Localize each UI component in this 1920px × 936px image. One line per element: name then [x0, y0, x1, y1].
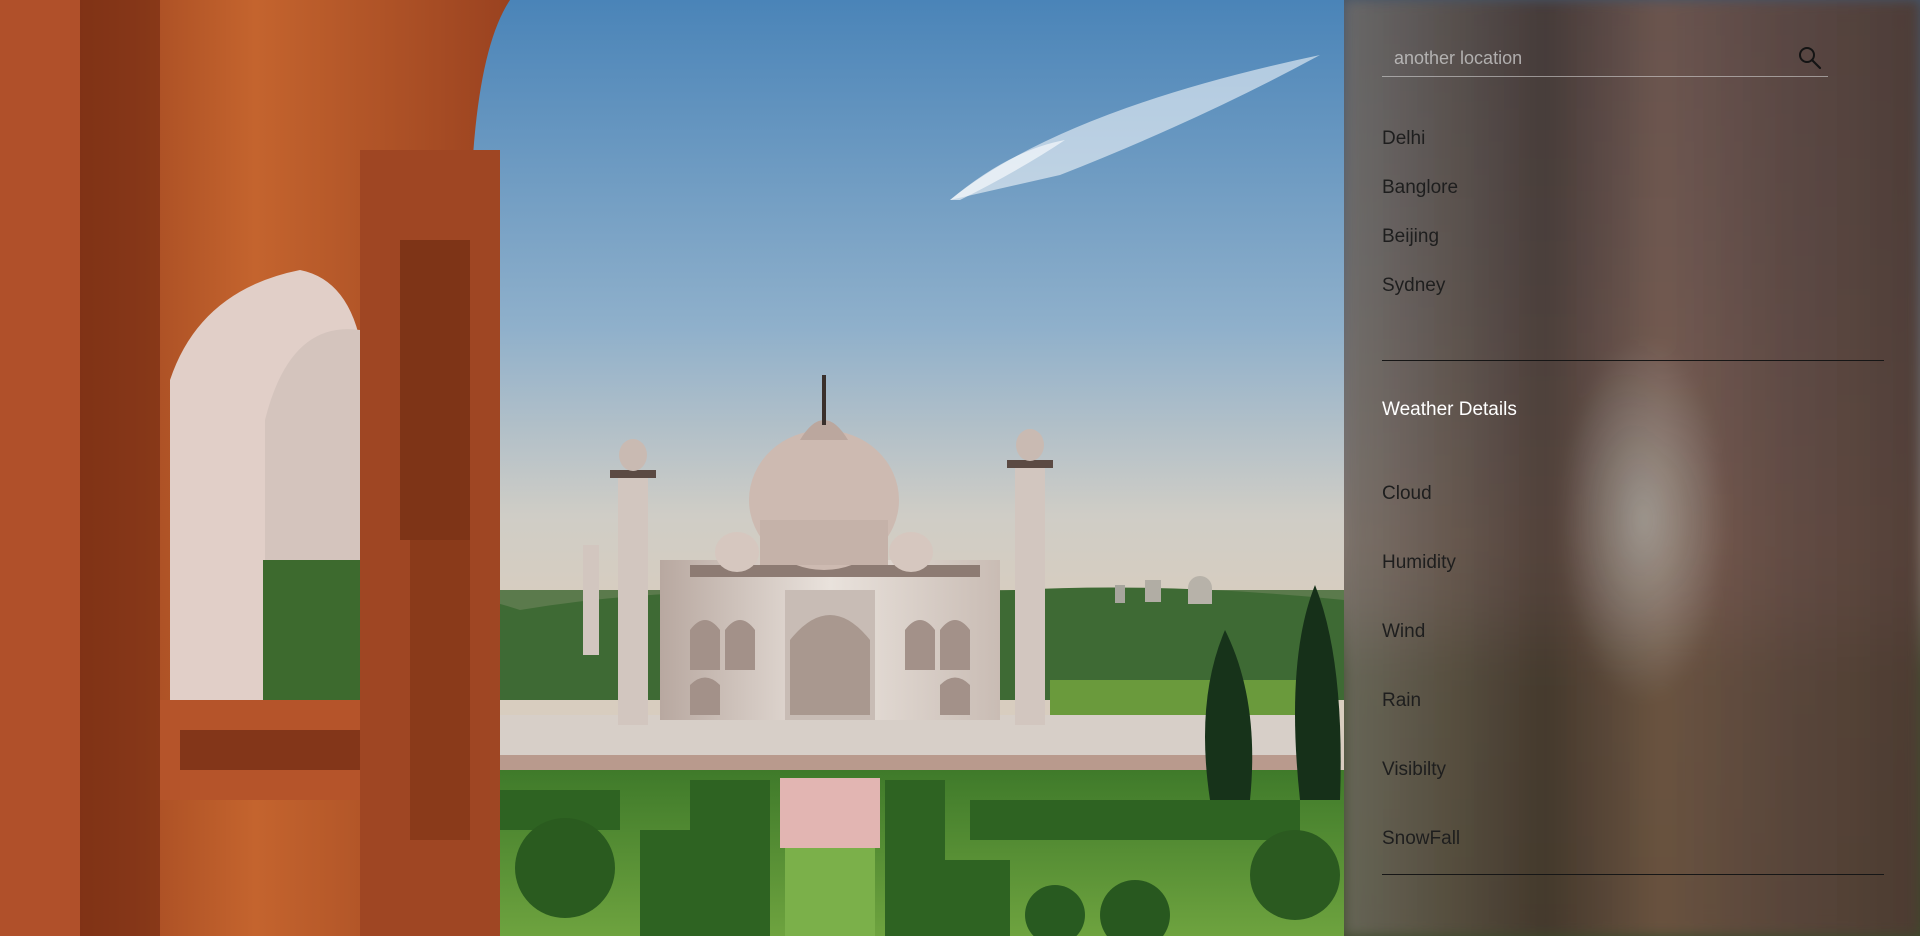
side-panel-backdrop: [1344, 0, 1920, 936]
detail-humidity: Humidity: [1382, 552, 1456, 573]
detail-wind: Wind: [1382, 621, 1426, 642]
detail-snowfall: SnowFall: [1382, 828, 1461, 849]
divider-bottom: [1382, 874, 1884, 875]
city-beijing[interactable]: Beijing: [1382, 225, 1439, 249]
city-delhi[interactable]: Delhi: [1382, 127, 1425, 151]
side-panel: Delhi Banglore Beijing Sydney Weather De…: [1344, 0, 1920, 936]
detail-visibility: Visibilty: [1382, 759, 1447, 780]
detail-cloud: Cloud: [1382, 483, 1432, 504]
detail-rain: Rain: [1382, 690, 1422, 711]
weather-details-title: Weather Details: [1382, 399, 1517, 420]
city-banglore[interactable]: Banglore: [1382, 176, 1458, 200]
city-sydney[interactable]: Sydney: [1382, 274, 1445, 298]
search-input[interactable]: [1382, 44, 1802, 72]
search-bar: [1382, 38, 1828, 77]
divider-top: [1382, 360, 1884, 361]
search-icon[interactable]: [1796, 44, 1824, 72]
